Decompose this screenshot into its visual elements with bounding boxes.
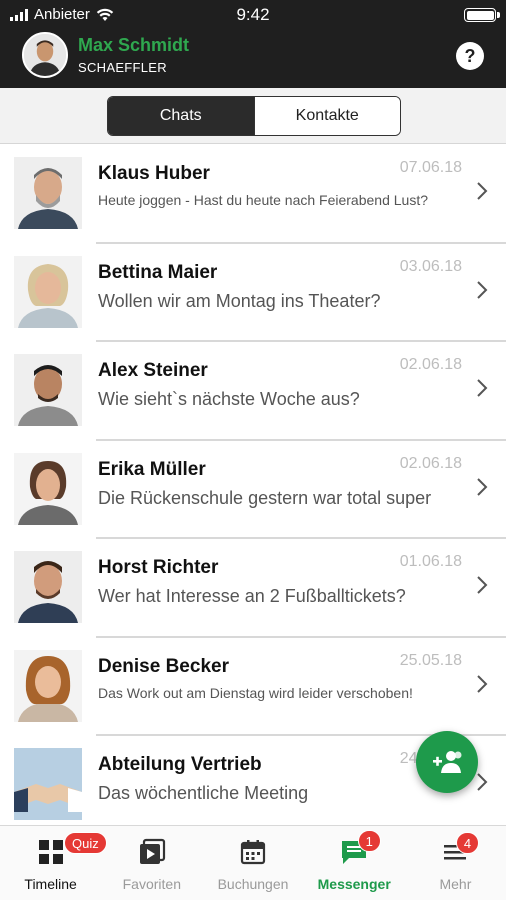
play-icon <box>139 838 165 864</box>
contact-name: Klaus Huber <box>98 163 210 184</box>
top-bar: Anbieter 9:42 Max Schmidt SCHAEFFLER ? <box>0 0 506 88</box>
chat-preview: Die Rückenschule gestern war total super <box>98 487 432 508</box>
tab-label: Messenger <box>317 876 391 892</box>
contact-name: Horst Richter <box>98 557 219 578</box>
add-contact-button[interactable] <box>416 731 478 793</box>
tab-contacts[interactable]: Kontakte <box>253 97 400 135</box>
chevron-right-icon <box>477 182 488 200</box>
tab-label: Favoriten <box>122 876 181 892</box>
chevron-right-icon <box>477 576 488 594</box>
chat-list: Klaus Huber 07.06.18 Heute joggen - Hast… <box>0 145 506 825</box>
contact-avatar <box>14 551 82 623</box>
status-bar: Anbieter 9:42 <box>0 0 506 30</box>
chevron-right-icon <box>477 674 488 693</box>
contact-avatar <box>14 255 82 328</box>
chat-date: 07.06.18 <box>399 159 462 176</box>
chat-preview: Wer hat Interesse an 2 Fußballtickets? <box>98 586 406 606</box>
chat-preview: Heute joggen - Hast du heute nach Feiera… <box>98 192 429 208</box>
tab-label: Mehr <box>439 876 472 892</box>
tab-favoriten[interactable]: Favoriten <box>101 826 202 900</box>
segment-bar: Chats Kontakte <box>0 88 506 144</box>
chevron-right-icon <box>477 477 488 496</box>
calendar-icon <box>240 840 266 865</box>
chat-preview: Das wöchentliche Meeting <box>98 783 309 803</box>
tab-chats[interactable]: Chats <box>108 97 254 135</box>
chat-item[interactable]: Klaus Huber 07.06.18 Heute joggen - Hast… <box>0 145 506 244</box>
messenger-badge: 1 <box>357 830 381 852</box>
profile-header[interactable]: Max Schmidt SCHAEFFLER <box>22 32 189 78</box>
contact-name: Erika Müller <box>98 458 206 480</box>
profile-text: Max Schmidt SCHAEFFLER <box>78 35 189 75</box>
grid-icon <box>38 840 63 864</box>
contact-avatar <box>14 649 82 722</box>
contact-avatar <box>14 157 82 229</box>
tab-timeline[interactable]: Quiz Timeline <box>0 826 107 900</box>
chat-item[interactable]: Erika Müller 02.06.18 Die Rückenschule g… <box>0 441 506 539</box>
chevron-right-icon <box>477 280 488 299</box>
contact-name: Denise Becker <box>98 655 229 677</box>
chat-date: 03.06.18 <box>399 257 462 275</box>
user-company: SCHAEFFLER <box>78 60 167 75</box>
tab-label: Buchungen <box>217 876 289 892</box>
contact-name: Alex Steiner <box>98 360 208 381</box>
chat-preview: Das Work out am Dienstag wird leider ver… <box>98 684 413 701</box>
chat-date: 01.06.18 <box>399 553 462 570</box>
chat-preview: Wie sieht`s nächste Woche aus? <box>98 389 360 409</box>
chat-item[interactable]: Horst Richter 01.06.18 Wer hat Interesse… <box>0 539 506 638</box>
chevron-right-icon <box>477 379 488 397</box>
chat-item[interactable]: Bettina Maier 03.06.18 Wollen wir am Mon… <box>0 244 506 342</box>
status-time: 9:42 <box>236 5 270 24</box>
user-name: Max Schmidt <box>78 35 190 55</box>
bottom-tab-bar: Quiz Timeline Favoriten Buchungen 1 Mess… <box>0 825 506 900</box>
contact-name: Abteilung Vertrieb <box>98 754 262 775</box>
chat-date: 25.05.18 <box>399 651 462 669</box>
chat-date: 02.06.18 <box>399 454 462 472</box>
user-avatar[interactable] <box>22 32 68 78</box>
more-badge: 4 <box>455 832 480 854</box>
add-group-icon <box>433 751 462 773</box>
chats-contacts-toggle: Chats Kontakte <box>107 96 401 136</box>
chat-date: 02.06.18 <box>399 356 462 373</box>
chevron-right-icon <box>477 773 488 791</box>
battery-icon <box>464 8 500 22</box>
tab-label: Timeline <box>24 876 77 892</box>
tab-buchungen[interactable]: Buchungen <box>202 826 303 900</box>
tab-mehr[interactable]: 4 Mehr <box>405 826 506 900</box>
contact-avatar <box>14 354 82 426</box>
chat-item[interactable]: Denise Becker 25.05.18 Das Work out am D… <box>0 638 506 736</box>
tab-messenger[interactable]: 1 Messenger <box>304 826 405 900</box>
group-avatar <box>14 748 82 820</box>
chat-preview: Wollen wir am Montag ins Theater? <box>98 290 381 311</box>
contact-name: Bettina Maier <box>98 261 218 283</box>
chat-item[interactable]: Alex Steiner 02.06.18 Wie sieht`s nächst… <box>0 342 506 441</box>
help-icon[interactable]: ? <box>456 42 484 70</box>
contact-avatar <box>14 452 82 525</box>
